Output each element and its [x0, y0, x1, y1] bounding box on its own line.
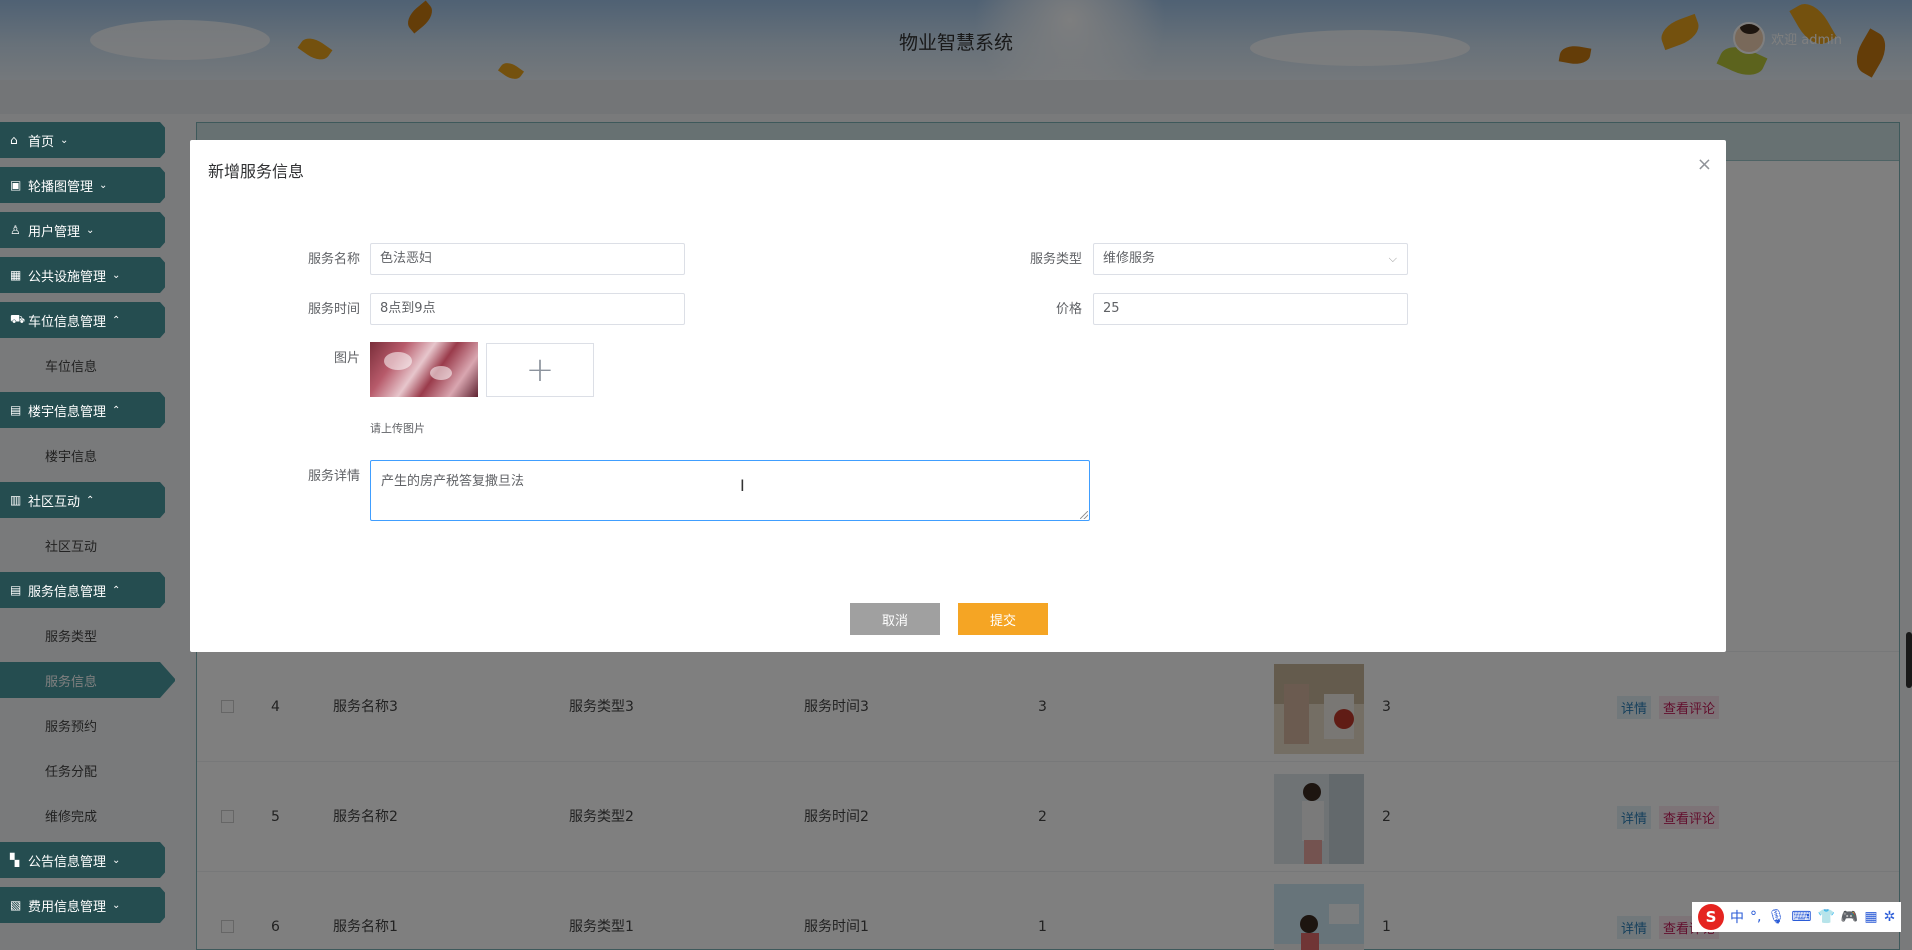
ime-toolbar[interactable]: S 中 °, 🎙 ⌨ 👕 🎮 ▦ ✲: [1692, 902, 1902, 932]
sogou-logo-icon[interactable]: S: [1698, 904, 1724, 930]
sidebar-group-label: 社区互动: [28, 494, 81, 510]
service-type-value: 维修服务: [1103, 251, 1156, 266]
user-icon: ♙: [10, 223, 21, 237]
money-icon: ▧: [10, 898, 22, 912]
service-name-input[interactable]: 色法恶妇: [370, 243, 685, 275]
uploaded-image-thumbnail[interactable]: [370, 342, 478, 397]
image-label: 图片: [333, 351, 360, 366]
service-detail-textarea[interactable]: 产生的房产税答复撒旦法: [370, 460, 1090, 521]
car-icon: ⛟: [10, 312, 26, 326]
chevron-down-icon: ⌵: [1388, 252, 1397, 265]
service-name-label: 服务名称: [307, 252, 360, 267]
home-icon: ⌂: [10, 133, 18, 147]
chevron-icon: ⌄: [112, 269, 121, 281]
service-time-input[interactable]: 8点到9点: [370, 293, 685, 325]
ime-punctuation-icon[interactable]: °,: [1750, 909, 1761, 925]
chart-icon: ▥: [10, 493, 22, 507]
sidebar-group-label: 楼宇信息管理: [28, 404, 107, 420]
resize-handle[interactable]: [1080, 511, 1088, 519]
building-icon: ▦: [10, 268, 22, 282]
sidebar-group-label: 轮播图管理: [28, 179, 94, 195]
image-icon: ▣: [10, 178, 22, 192]
sidebar-group-label: 公共设施管理: [28, 269, 107, 285]
sidebar-group-label: 公告信息管理: [28, 854, 107, 870]
text-cursor-icon: I: [740, 476, 745, 495]
close-icon[interactable]: ×: [1697, 154, 1712, 175]
price-label: 价格: [1055, 302, 1082, 317]
plus-icon: +: [525, 350, 555, 390]
chevron-icon: ⌃: [86, 494, 95, 506]
service-detail-label: 服务详情: [307, 469, 360, 484]
chevron-icon: ⌄: [60, 134, 69, 146]
cancel-button[interactable]: 取消: [850, 603, 940, 635]
sidebar-group-label: 首页: [28, 134, 55, 150]
dialog-title: 新增服务信息: [208, 162, 305, 181]
chevron-icon: ⌃: [112, 314, 121, 326]
service-detail-value: 产生的房产税答复撒旦法: [381, 474, 525, 489]
upload-add-button[interactable]: +: [486, 343, 594, 397]
microphone-icon[interactable]: 🎙: [1767, 909, 1785, 925]
chevron-icon: ⌃: [112, 404, 121, 416]
price-input[interactable]: 25: [1093, 293, 1408, 325]
add-service-dialog: 新增服务信息 × 服务名称 色法恶妇 服务类型 维修服务 ⌵ 服务时间 8点到9…: [190, 140, 1726, 652]
service-type-select[interactable]: 维修服务 ⌵: [1093, 243, 1408, 275]
chevron-icon: ⌄: [99, 179, 108, 191]
sidebar-group-label: 用户管理: [28, 224, 81, 240]
chevron-icon: ⌄: [86, 224, 95, 236]
sidebar-group-label: 服务信息管理: [28, 584, 107, 600]
service-time-label: 服务时间: [307, 302, 360, 317]
submit-button[interactable]: 提交: [958, 603, 1048, 635]
game-icon[interactable]: 🎮: [1841, 909, 1858, 925]
grid-icon[interactable]: ▦: [1864, 909, 1877, 925]
upload-hint: 请上传图片: [370, 422, 425, 435]
grid-icon: ▚: [10, 853, 20, 867]
chevron-icon: ⌃: [112, 584, 121, 596]
service-icon: ▤: [10, 583, 22, 597]
chevron-icon: ⌄: [112, 899, 121, 911]
skin-icon[interactable]: 👕: [1817, 909, 1834, 925]
keyboard-icon[interactable]: ⌨: [1791, 909, 1811, 925]
settings-icon[interactable]: ✲: [1884, 909, 1896, 925]
service-type-label: 服务类型: [1029, 252, 1082, 267]
chevron-icon: ⌄: [112, 854, 121, 866]
book-icon: ▤: [10, 403, 22, 417]
sidebar-group-label: 车位信息管理: [28, 314, 107, 330]
ime-mode-label[interactable]: 中: [1730, 907, 1744, 927]
sidebar-group-label: 费用信息管理: [28, 899, 107, 915]
